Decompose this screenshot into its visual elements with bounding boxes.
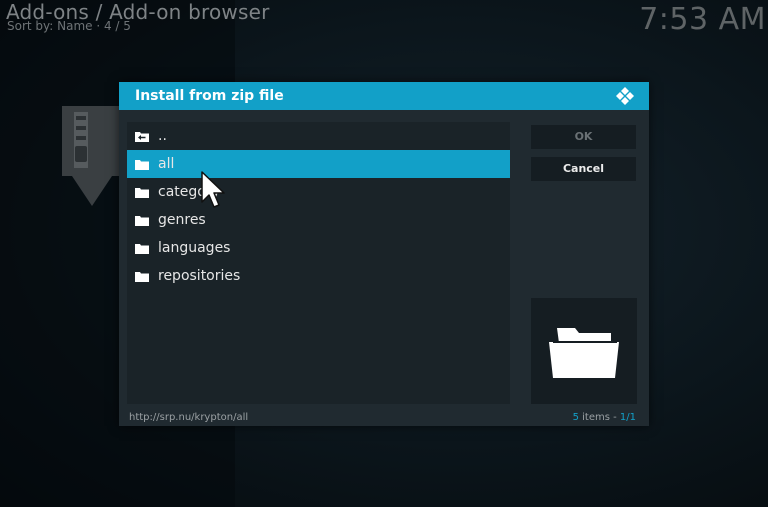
current-path: http://srp.nu/krypton/all [129,412,249,423]
clock: 7:53 AM [639,2,766,37]
list-item-genres[interactable]: genres [127,206,510,234]
file-list: .. all category genres languages reposit… [127,122,510,404]
ok-button[interactable]: OK [531,125,636,149]
item-count: 5 items - 1/1 [573,412,636,423]
list-item-category[interactable]: category [127,178,510,206]
folder-icon [135,160,149,170]
dialog-header: Install from zip file [119,82,649,110]
folder-icon [135,216,149,226]
kodi-logo-icon [616,87,634,105]
list-item-label: all [158,156,175,172]
zip-file-icon [62,106,122,206]
item-count-suffix: items - [578,412,620,423]
list-item-label: repositories [158,268,241,284]
list-item-parent[interactable]: .. [127,122,510,150]
list-item-all[interactable]: all [127,150,510,178]
folder-icon [135,244,149,254]
folder-icon [135,188,149,198]
list-item-languages[interactable]: languages [127,234,510,262]
dialog-title: Install from zip file [135,88,284,104]
sort-info: Sort by: Name · 4 / 5 [7,19,131,33]
page-count: 1/1 [619,412,636,423]
folder-icon [135,272,149,282]
folder-up-icon [135,132,149,142]
install-from-zip-dialog: Install from zip file .. all category ge… [119,82,649,426]
folder-preview [531,298,637,404]
list-item-repositories[interactable]: repositories [127,262,510,290]
cancel-button[interactable]: Cancel [531,157,636,181]
list-item-label: .. [158,128,167,144]
open-folder-icon [549,328,619,378]
list-item-label: languages [158,240,231,256]
list-item-label: genres [158,212,206,228]
mouse-pointer-icon [201,171,225,208]
